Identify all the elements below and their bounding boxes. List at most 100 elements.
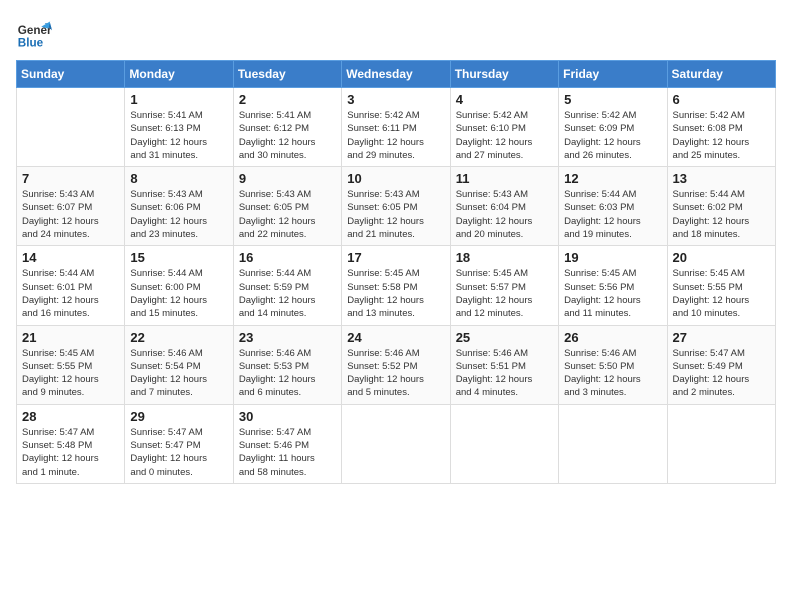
week-row: 28 Sunrise: 5:47 AM Sunset: 5:48 PM Dayli…: [17, 404, 776, 483]
calendar-table: SundayMondayTuesdayWednesdayThursdayFrid…: [16, 60, 776, 484]
day-info: Sunrise: 5:45 AM Sunset: 5:58 PM Dayligh…: [347, 267, 444, 320]
calendar-cell: 30 Sunrise: 5:47 AM Sunset: 5:46 PM Dayli…: [233, 404, 341, 483]
calendar-cell: [450, 404, 558, 483]
calendar-cell: 28 Sunrise: 5:47 AM Sunset: 5:48 PM Dayli…: [17, 404, 125, 483]
day-number: 13: [673, 171, 770, 186]
day-number: 22: [130, 330, 227, 345]
day-info: Sunrise: 5:47 AM Sunset: 5:47 PM Dayligh…: [130, 426, 227, 479]
weekday-header-cell: Wednesday: [342, 61, 450, 88]
weekday-header-row: SundayMondayTuesdayWednesdayThursdayFrid…: [17, 61, 776, 88]
calendar-cell: 5 Sunrise: 5:42 AM Sunset: 6:09 PM Daylig…: [559, 88, 667, 167]
day-info: Sunrise: 5:43 AM Sunset: 6:04 PM Dayligh…: [456, 188, 553, 241]
day-number: 16: [239, 250, 336, 265]
calendar-cell: 27 Sunrise: 5:47 AM Sunset: 5:49 PM Dayli…: [667, 325, 775, 404]
calendar-cell: 2 Sunrise: 5:41 AM Sunset: 6:12 PM Daylig…: [233, 88, 341, 167]
day-number: 10: [347, 171, 444, 186]
page-header: General Blue: [16, 16, 776, 52]
calendar-cell: 13 Sunrise: 5:44 AM Sunset: 6:02 PM Dayli…: [667, 167, 775, 246]
day-info: Sunrise: 5:46 AM Sunset: 5:50 PM Dayligh…: [564, 347, 661, 400]
day-info: Sunrise: 5:43 AM Sunset: 6:05 PM Dayligh…: [239, 188, 336, 241]
day-info: Sunrise: 5:47 AM Sunset: 5:48 PM Dayligh…: [22, 426, 119, 479]
day-number: 2: [239, 92, 336, 107]
weekday-header-cell: Tuesday: [233, 61, 341, 88]
week-row: 7 Sunrise: 5:43 AM Sunset: 6:07 PM Daylig…: [17, 167, 776, 246]
day-info: Sunrise: 5:42 AM Sunset: 6:10 PM Dayligh…: [456, 109, 553, 162]
day-number: 7: [22, 171, 119, 186]
calendar-cell: 14 Sunrise: 5:44 AM Sunset: 6:01 PM Dayli…: [17, 246, 125, 325]
weekday-header-cell: Monday: [125, 61, 233, 88]
calendar-cell: 4 Sunrise: 5:42 AM Sunset: 6:10 PM Daylig…: [450, 88, 558, 167]
day-info: Sunrise: 5:44 AM Sunset: 6:01 PM Dayligh…: [22, 267, 119, 320]
calendar-cell: 17 Sunrise: 5:45 AM Sunset: 5:58 PM Dayli…: [342, 246, 450, 325]
day-info: Sunrise: 5:47 AM Sunset: 5:49 PM Dayligh…: [673, 347, 770, 400]
day-number: 27: [673, 330, 770, 345]
day-info: Sunrise: 5:42 AM Sunset: 6:08 PM Dayligh…: [673, 109, 770, 162]
calendar-cell: [17, 88, 125, 167]
day-info: Sunrise: 5:44 AM Sunset: 6:00 PM Dayligh…: [130, 267, 227, 320]
day-number: 29: [130, 409, 227, 424]
day-number: 1: [130, 92, 227, 107]
day-number: 21: [22, 330, 119, 345]
day-info: Sunrise: 5:45 AM Sunset: 5:55 PM Dayligh…: [22, 347, 119, 400]
day-number: 11: [456, 171, 553, 186]
calendar-cell: 16Sunrise: 5:44 AM Sunset: 5:59 PM Dayli…: [233, 246, 341, 325]
calendar-body: 1 Sunrise: 5:41 AM Sunset: 6:13 PM Daylig…: [17, 88, 776, 484]
day-info: Sunrise: 5:46 AM Sunset: 5:53 PM Dayligh…: [239, 347, 336, 400]
weekday-header-cell: Thursday: [450, 61, 558, 88]
day-number: 17: [347, 250, 444, 265]
day-number: 23: [239, 330, 336, 345]
weekday-header-cell: Saturday: [667, 61, 775, 88]
day-number: 8: [130, 171, 227, 186]
calendar-cell: [342, 404, 450, 483]
weekday-header-cell: Friday: [559, 61, 667, 88]
day-info: Sunrise: 5:46 AM Sunset: 5:52 PM Dayligh…: [347, 347, 444, 400]
day-number: 24: [347, 330, 444, 345]
day-info: Sunrise: 5:47 AM Sunset: 5:46 PM Dayligh…: [239, 426, 336, 479]
day-number: 9: [239, 171, 336, 186]
calendar-cell: 10Sunrise: 5:43 AM Sunset: 6:05 PM Dayli…: [342, 167, 450, 246]
day-info: Sunrise: 5:42 AM Sunset: 6:09 PM Dayligh…: [564, 109, 661, 162]
calendar-cell: 8 Sunrise: 5:43 AM Sunset: 6:06 PM Daylig…: [125, 167, 233, 246]
day-info: Sunrise: 5:41 AM Sunset: 6:12 PM Dayligh…: [239, 109, 336, 162]
week-row: 14 Sunrise: 5:44 AM Sunset: 6:01 PM Dayli…: [17, 246, 776, 325]
day-number: 5: [564, 92, 661, 107]
day-number: 26: [564, 330, 661, 345]
day-info: Sunrise: 5:42 AM Sunset: 6:11 PM Dayligh…: [347, 109, 444, 162]
day-number: 28: [22, 409, 119, 424]
calendar-cell: 29 Sunrise: 5:47 AM Sunset: 5:47 PM Dayli…: [125, 404, 233, 483]
calendar-cell: [559, 404, 667, 483]
calendar-cell: 9 Sunrise: 5:43 AM Sunset: 6:05 PM Daylig…: [233, 167, 341, 246]
calendar-cell: 15Sunrise: 5:44 AM Sunset: 6:00 PM Dayli…: [125, 246, 233, 325]
calendar-cell: 19 Sunrise: 5:45 AM Sunset: 5:56 PM Dayli…: [559, 246, 667, 325]
week-row: 21 Sunrise: 5:45 AM Sunset: 5:55 PM Dayli…: [17, 325, 776, 404]
weekday-header-cell: Sunday: [17, 61, 125, 88]
calendar-cell: 12 Sunrise: 5:44 AM Sunset: 6:03 PM Dayli…: [559, 167, 667, 246]
day-info: Sunrise: 5:44 AM Sunset: 6:03 PM Dayligh…: [564, 188, 661, 241]
day-info: Sunrise: 5:41 AM Sunset: 6:13 PM Dayligh…: [130, 109, 227, 162]
calendar-cell: 20Sunrise: 5:45 AM Sunset: 5:55 PM Dayli…: [667, 246, 775, 325]
day-info: Sunrise: 5:43 AM Sunset: 6:07 PM Dayligh…: [22, 188, 119, 241]
calendar-cell: [667, 404, 775, 483]
day-info: Sunrise: 5:43 AM Sunset: 6:06 PM Dayligh…: [130, 188, 227, 241]
calendar-cell: 11 Sunrise: 5:43 AM Sunset: 6:04 PM Dayli…: [450, 167, 558, 246]
calendar-cell: 23 Sunrise: 5:46 AM Sunset: 5:53 PM Dayli…: [233, 325, 341, 404]
day-number: 12: [564, 171, 661, 186]
logo-icon: General Blue: [16, 16, 52, 52]
calendar-cell: 3Sunrise: 5:42 AM Sunset: 6:11 PM Daylig…: [342, 88, 450, 167]
day-info: Sunrise: 5:45 AM Sunset: 5:56 PM Dayligh…: [564, 267, 661, 320]
svg-text:Blue: Blue: [18, 37, 44, 50]
calendar-cell: 1 Sunrise: 5:41 AM Sunset: 6:13 PM Daylig…: [125, 88, 233, 167]
day-number: 19: [564, 250, 661, 265]
day-number: 14: [22, 250, 119, 265]
calendar-cell: 24 Sunrise: 5:46 AM Sunset: 5:52 PM Dayli…: [342, 325, 450, 404]
calendar-cell: 22 Sunrise: 5:46 AM Sunset: 5:54 PM Dayli…: [125, 325, 233, 404]
calendar-cell: 7 Sunrise: 5:43 AM Sunset: 6:07 PM Daylig…: [17, 167, 125, 246]
calendar-cell: 26 Sunrise: 5:46 AM Sunset: 5:50 PM Dayli…: [559, 325, 667, 404]
day-number: 25: [456, 330, 553, 345]
day-info: Sunrise: 5:44 AM Sunset: 6:02 PM Dayligh…: [673, 188, 770, 241]
day-number: 4: [456, 92, 553, 107]
day-info: Sunrise: 5:46 AM Sunset: 5:54 PM Dayligh…: [130, 347, 227, 400]
day-number: 30: [239, 409, 336, 424]
calendar-cell: 21 Sunrise: 5:45 AM Sunset: 5:55 PM Dayli…: [17, 325, 125, 404]
logo: General Blue: [16, 16, 52, 52]
